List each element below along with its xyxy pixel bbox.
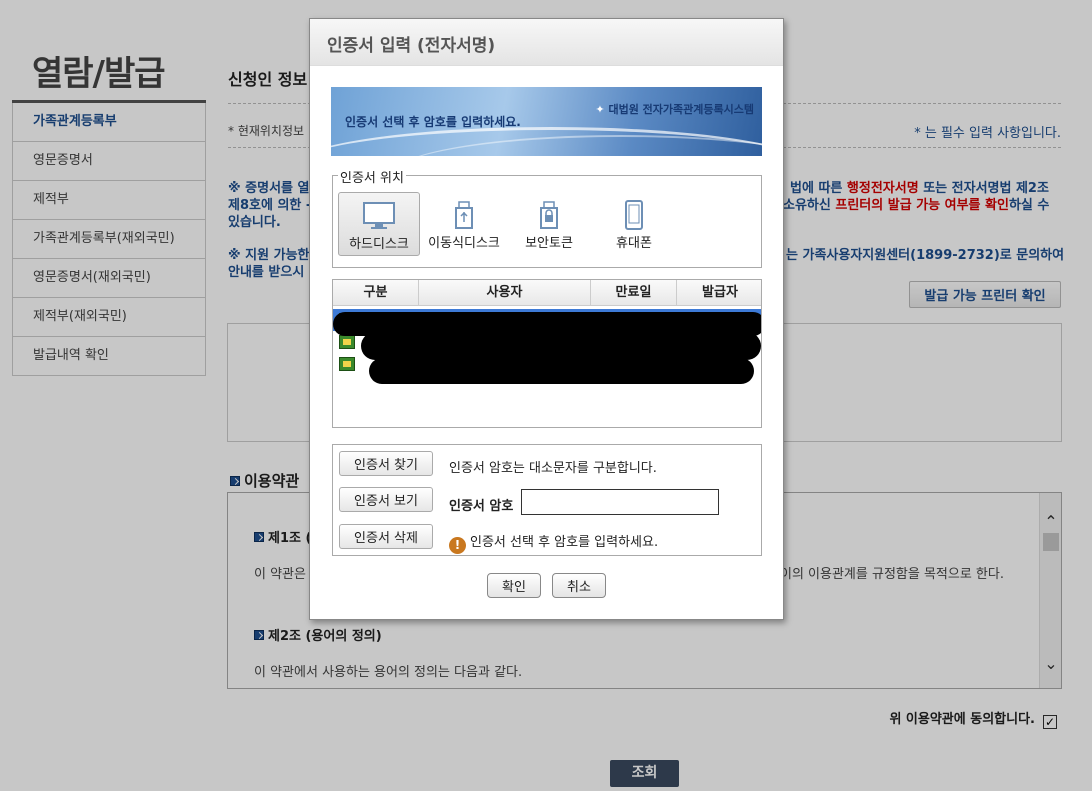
location-security-token[interactable]: 보안토큰: [508, 192, 590, 256]
case-sensitivity-note: 인증서 암호는 대소문자를 구분합니다.: [449, 461, 657, 476]
mobile-phone-icon: [625, 200, 643, 230]
column-header-user: 사용자: [419, 280, 591, 306]
location-label: 휴대폰: [616, 236, 652, 251]
location-label: 하드디스크: [349, 237, 409, 252]
certificate-dialog: 인증서 입력 (전자서명) 인증서 선택 후 암호를 입력하세요. ✦ 대법원 …: [309, 18, 784, 620]
warning-message: ! 인증서 선택 후 암호를 입력하세요.: [449, 531, 658, 554]
certificate-location-group: 인증서 위치 하드디스크 이동식디스크 보안토큰 휴대폰: [332, 167, 762, 268]
column-header-expiry: 만료일: [591, 280, 677, 306]
certificate-password-input[interactable]: [521, 489, 719, 515]
banner-text: 인증서 선택 후 암호를 입력하세요.: [345, 115, 521, 129]
location-mobile-phone[interactable]: 휴대폰: [593, 192, 675, 256]
table-header: 구분 사용자 만료일 발급자: [333, 280, 761, 306]
confirm-button[interactable]: 확인: [487, 573, 541, 598]
monitor-icon: [363, 202, 395, 229]
certificate-action-box: 인증서 찾기 인증서 보기 인증서 삭제 인증서 암호는 대소문자를 구분합니다…: [332, 444, 762, 556]
certificate-icon: [339, 335, 355, 349]
warning-icon: !: [449, 537, 466, 554]
location-removable-disk[interactable]: 이동식디스크: [423, 192, 505, 256]
column-header-type: 구분: [333, 280, 419, 306]
location-label: 이동식디스크: [428, 236, 500, 251]
logo-stars-icon: ✦: [595, 103, 605, 116]
redaction: [369, 358, 754, 384]
certificate-list[interactable]: 구분 사용자 만료일 발급자: [332, 279, 762, 428]
usb-drive-icon: [455, 201, 473, 229]
password-label: 인증서 암호: [449, 499, 514, 514]
dialog-header: 인증서 입력 (전자서명): [310, 19, 783, 66]
court-logo: ✦ 대법원 전자가족관계등록시스템: [595, 103, 754, 116]
cancel-button[interactable]: 취소: [552, 573, 606, 598]
delete-certificate-button[interactable]: 인증서 삭제: [339, 524, 433, 549]
location-label: 보안토큰: [525, 236, 573, 251]
column-header-issuer: 발급자: [702, 285, 738, 300]
view-certificate-button[interactable]: 인증서 보기: [339, 487, 433, 512]
location-legend: 인증서 위치: [338, 167, 406, 186]
security-token-icon: [540, 201, 558, 229]
certificate-icon: [339, 357, 355, 371]
redaction: [361, 332, 761, 360]
location-hard-disk[interactable]: 하드디스크: [338, 192, 420, 256]
dialog-banner: 인증서 선택 후 암호를 입력하세요. ✦ 대법원 전자가족관계등록시스템: [331, 87, 762, 156]
dialog-title: 인증서 입력 (전자서명): [327, 36, 496, 56]
find-certificate-button[interactable]: 인증서 찾기: [339, 451, 433, 476]
